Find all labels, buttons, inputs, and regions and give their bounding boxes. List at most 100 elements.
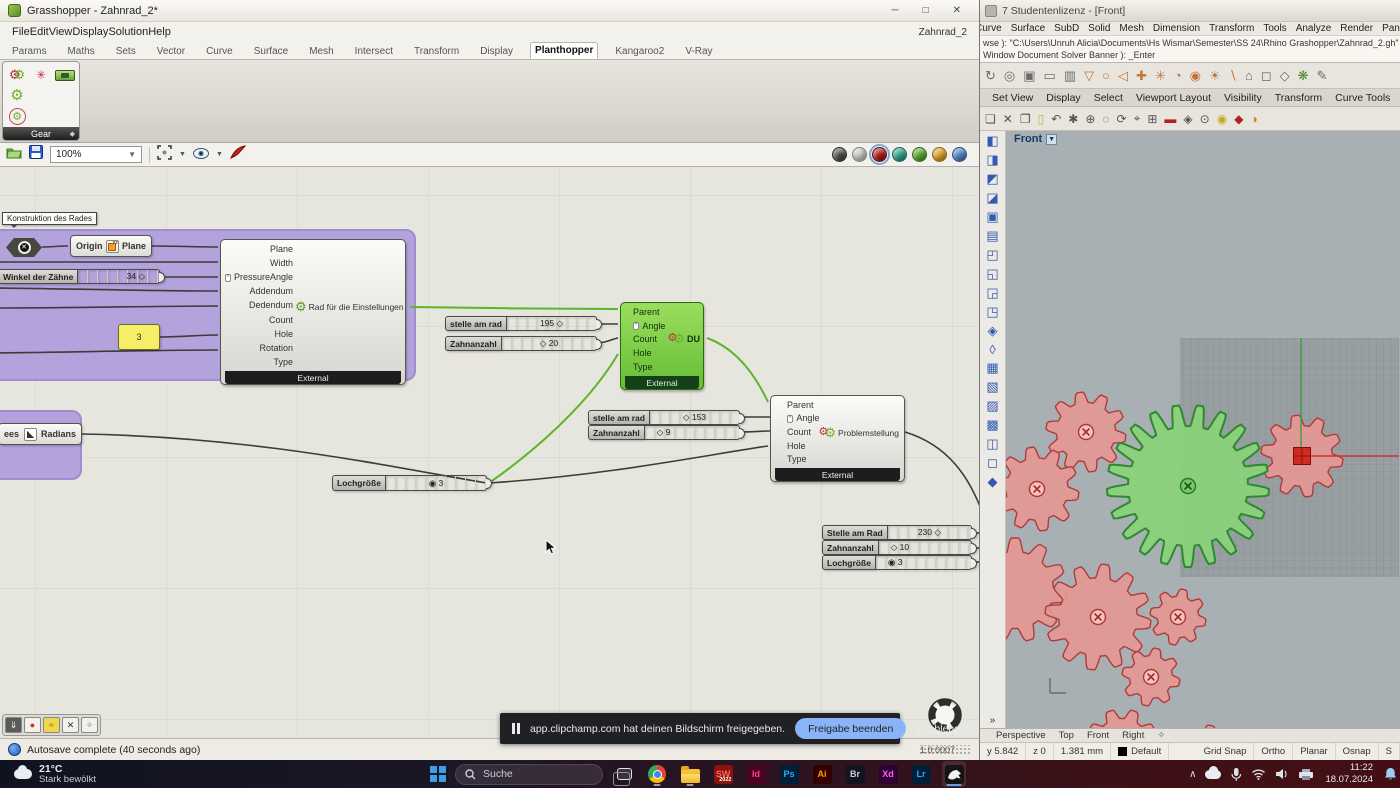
gear-star-icon[interactable]: ✳ [36,69,46,81]
rhino-toolbar-tab[interactable]: Visibility [1224,92,1262,104]
notification-bell-icon[interactable] [1384,767,1397,781]
gh-category-tab[interactable]: Sets [112,44,140,59]
rhino-tool-icon[interactable]: ◆ [1234,112,1243,126]
viewport-geometry[interactable] [1006,131,1399,728]
rhino-menu-item[interactable]: Solid [1088,23,1110,34]
widget-toggle-icon[interactable]: ✧ [81,717,98,733]
rhino-tool-icon[interactable]: ◻ [1261,68,1272,84]
solid-tool-icon[interactable]: ◲ [986,285,998,301]
node-input[interactable]: Hole [221,329,293,339]
solid-tool-icon[interactable]: ▤ [986,228,998,244]
display-mode-icon[interactable] [832,147,847,162]
rhino-toolbar-tab[interactable]: Set View [992,92,1033,104]
status-toggle[interactable]: Grid Snap [1197,743,1255,760]
status-toggle[interactable]: Osnap [1336,743,1379,760]
taskbar-app-sw[interactable]: SW2022 [711,761,735,787]
node-radians[interactable]: ees Radians [0,423,82,445]
taskbar-search[interactable]: Suche [455,764,603,785]
node-input[interactable]: Dedendum [221,300,293,310]
node-external-problemstellung[interactable]: ParentAngleCountHoleType ⚙ ⚙ Problemstel… [770,395,905,482]
rhino-menu-item[interactable]: Dimension [1153,23,1200,34]
solid-tool-icon[interactable]: ◊ [989,342,995,357]
rhino-tool-icon[interactable]: ✳ [1155,68,1166,84]
rhino-tool-icon[interactable]: ◑ [1250,112,1257,126]
display-mode-icon[interactable] [932,147,947,162]
rhino-tool-icon[interactable]: ◎ [1004,68,1015,84]
node-input[interactable]: Type [221,357,293,367]
node-input[interactable]: Rotation [221,343,293,353]
rhino-tool-icon[interactable]: ❏ [985,112,996,126]
solid-tool-icon[interactable]: ▧ [986,379,998,395]
widget-toggle-icon[interactable]: ⇓ [5,717,22,733]
solid-tool-icon[interactable]: ◻ [987,455,998,471]
gh-category-tab[interactable]: Curve [202,44,237,59]
rhino-tool-icon[interactable]: ✚ [1136,68,1147,84]
rhino-tool-icon[interactable]: ⌖ [1134,111,1141,126]
rhino-menu-item[interactable]: Analyze [1296,23,1332,34]
viewport-tab[interactable]: Perspective [996,730,1046,741]
panel-value[interactable]: 3 [118,324,160,350]
rhino-menu-item[interactable]: Render [1340,23,1373,34]
widget-toggle-icon[interactable]: ✕ [62,717,79,733]
save-file-icon[interactable] [29,145,43,164]
palette-label[interactable]: Gear◆ [3,127,79,140]
gh-menu-item[interactable]: File [12,26,30,38]
node-output[interactable]: ⚙ ⚙ DU [667,332,700,345]
slider-winkel-der-zaehne[interactable]: Winkel der Zähne 34 ◇ [0,269,160,284]
gh-category-tab[interactable]: Intersect [351,44,397,59]
slider-lochgroesse-3[interactable]: Lochgröße ◉ 3 [332,475,487,491]
node-input[interactable]: Parent [771,400,904,410]
taskbar-app-ps[interactable]: Ps [777,761,801,787]
solid-tool-icon[interactable]: ▩ [986,417,998,433]
rhino-tool-icon[interactable]: ◔ [1174,68,1182,83]
rhino-tool-icon[interactable]: ▥ [1064,68,1076,84]
rhino-menu-item[interactable]: Tools [1263,23,1286,34]
rhino-tool-icon[interactable]: ▽ [1084,68,1094,84]
gh-menu-item[interactable]: Solution [108,26,148,38]
solid-tool-icon[interactable]: ◱ [986,266,998,282]
rhino-menu-item[interactable]: Mesh [1119,23,1143,34]
solid-tool-icon[interactable]: ◩ [986,171,998,187]
gh-menu-item[interactable]: Help [148,26,171,38]
zoom-level-combo[interactable]: 100%▼ [50,146,142,163]
node-input[interactable]: Width [221,258,293,268]
hide-banner-link[interactable]: Ausblenden [916,723,971,735]
slider-lochgroesse-br-3[interactable]: Lochgröße ◉ 3 [822,555,972,570]
rhino-tool-icon[interactable]: ✕ [1003,112,1013,126]
node-input[interactable]: Parent [621,307,703,317]
gh-category-tab[interactable]: Maths [63,44,98,59]
solid-tool-icon[interactable]: ▣ [986,209,998,225]
wifi-icon[interactable] [1251,768,1266,780]
node-input[interactable]: Count [221,315,293,325]
solid-tool-icon[interactable]: ◳ [986,304,998,320]
rhino-tool-icon[interactable]: ▭ [1044,68,1056,84]
rhino-tool-icon[interactable]: ↻ [985,68,996,84]
open-file-icon[interactable] [6,146,22,164]
layer-cell[interactable]: Default [1111,743,1169,760]
sidebar-more-icon[interactable]: » [990,715,996,728]
rhino-tool-icon[interactable]: ☀ [1209,68,1221,84]
gear-icon[interactable]: ⚙ [10,88,23,103]
viewport-tab[interactable]: Right [1122,730,1144,741]
taskbar-clock[interactable]: 11:2218.07.2024 [1325,762,1373,786]
node-plane-origin[interactable]: Origin xz Plane [70,235,152,257]
rhino-menu-item[interactable]: Transform [1209,23,1254,34]
weather-widget[interactable]: 21°CStark bewölkt [0,763,96,786]
taskbar-app-taskview[interactable] [612,761,636,787]
taskbar-app-rhino[interactable] [942,761,966,787]
slider-zahnanzahl-10[interactable]: Zahnanzahl ◇ 10 [822,540,972,555]
gh-category-tab[interactable]: Kangaroo2 [611,44,668,59]
rhino-tool-icon[interactable]: ❐ [1020,112,1031,126]
gh-category-tab[interactable]: V-Ray [681,44,716,59]
rhino-menu-item[interactable]: Panels [1382,23,1400,34]
rhino-tool-icon[interactable]: ▣ [1023,68,1035,84]
close-icon[interactable]: ✕ [953,5,961,16]
taskbar-app-folder[interactable] [678,761,702,787]
speaker-icon[interactable] [1275,768,1289,780]
gh-category-tab[interactable]: Display [476,44,517,59]
gear-pink[interactable] [1175,725,1235,728]
rhino-toolbar-tab[interactable]: Curve Tools [1335,92,1390,104]
rhino-tool-icon[interactable]: ✱ [1068,112,1078,126]
solid-tool-icon[interactable]: ◧ [986,133,998,149]
display-mode-icon[interactable] [852,147,867,162]
